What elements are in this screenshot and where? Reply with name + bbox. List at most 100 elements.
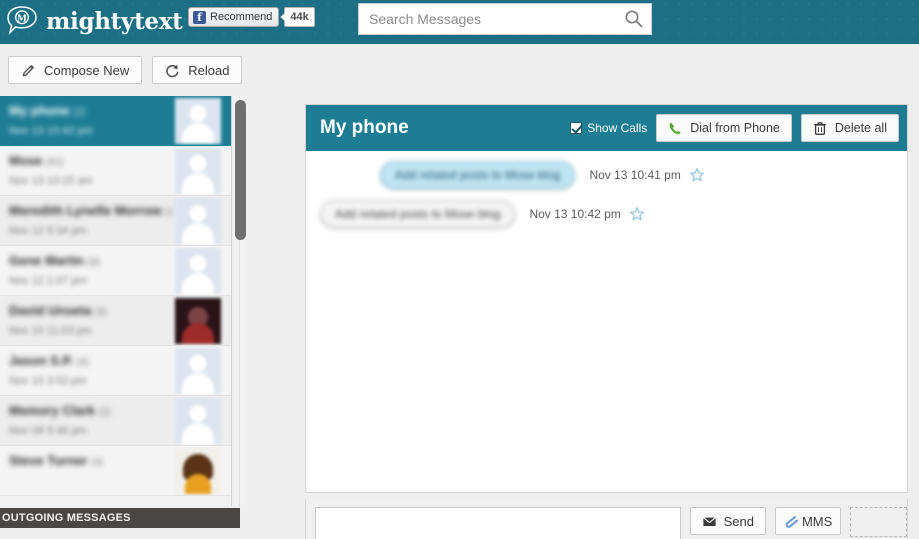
conversation-date: Nov 13 10:42 pm	[9, 125, 93, 137]
message-row: Add related posts to Mose blog Nov 13 10…	[306, 200, 907, 228]
message-bubble[interactable]: Add related posts to Mose blog	[320, 200, 516, 228]
conversation-name: David Unseta (5)	[9, 303, 173, 318]
conversation-date: Nov 10 3:52 pm	[9, 375, 87, 387]
conversation-name: My phone (2)	[9, 103, 173, 118]
conversation-name-text: Meredith Lynelle Morrow	[9, 203, 162, 218]
conversation-count: (2)	[73, 107, 86, 118]
delete-all-label: Delete all	[834, 121, 887, 135]
compose-bar: Send MMS	[305, 499, 908, 539]
compose-new-button[interactable]: Compose New	[8, 56, 143, 84]
show-calls-label: Show Calls	[587, 121, 648, 135]
delete-all-button[interactable]: Delete all	[800, 114, 899, 142]
avatar	[175, 148, 221, 194]
facebook-recommend-label: Recommend	[210, 11, 273, 23]
conversation-count: (4)	[76, 357, 89, 368]
conversation-header: My phone Show Calls Dial from Phone Dele…	[306, 105, 907, 151]
conversation-date: Nov 12 1:07 pm	[9, 275, 87, 287]
conversation-name-text: My phone	[9, 103, 70, 118]
show-calls-checkbox[interactable]	[570, 122, 583, 134]
avatar	[175, 298, 221, 344]
conversation-name-text: David Unseta	[9, 303, 92, 318]
status-badge: OUTGOING MESSAGES	[0, 508, 240, 528]
paperclip-icon	[784, 514, 799, 529]
message-timestamp: Nov 13 10:42 pm	[529, 207, 621, 221]
conversation-panel: My phone Show Calls Dial from Phone Dele…	[305, 104, 908, 493]
message-bubble[interactable]: Add related posts to Mose blog	[380, 161, 576, 189]
brand: M mightytext	[4, 3, 183, 39]
avatar	[175, 98, 221, 144]
reload-button[interactable]: Reload	[152, 56, 243, 84]
message-input[interactable]	[315, 507, 681, 539]
avatar	[175, 448, 221, 494]
conversation-name-text: Gene Martin	[9, 253, 85, 268]
conversation-count: (5)	[95, 307, 108, 318]
avatar	[175, 398, 221, 444]
conversation-date: Nov 10 11:03 pm	[9, 325, 92, 337]
conversation-count: (3)	[91, 457, 104, 468]
refresh-icon	[165, 63, 180, 78]
scrollbar-thumb[interactable]	[235, 100, 246, 240]
avatar	[175, 198, 221, 244]
message-list: Add related posts to Mose blog Nov 13 10…	[306, 151, 907, 492]
mms-button[interactable]: MMS	[774, 507, 842, 535]
conversation-name-text: Mose	[9, 153, 43, 168]
speech-bubble-m-logo-icon: M	[4, 3, 40, 39]
page-title: My phone	[320, 117, 409, 138]
dial-from-phone-label: Dial from Phone	[690, 121, 780, 135]
conversation-name-text: Jason S.P.	[9, 353, 74, 368]
mms-label: MMS	[801, 513, 833, 529]
conversation-item-7[interactable]: Steve Turner (3)	[0, 446, 231, 496]
avatar	[175, 248, 221, 294]
conversation-name: Meredith Lynelle Morrow (12)	[9, 203, 173, 218]
conversation-item-0[interactable]: My phone (2) Nov 13 10:42 pm	[0, 96, 231, 146]
conversation-item-6[interactable]: Memory Clark (2) Nov 08 5:46 pm	[0, 396, 231, 446]
conversation-name: Gene Martin (8)	[9, 253, 173, 268]
mightytext-app: M mightytext f Recommend 44k Search Mess…	[0, 0, 919, 539]
search-container	[358, 3, 652, 35]
conversation-count: (12)	[165, 207, 173, 218]
send-label: Send	[723, 513, 754, 529]
facebook-icon: f	[193, 10, 206, 24]
attachment-dropzone[interactable]	[850, 507, 907, 537]
conversation-name: Mose (61)	[9, 153, 173, 168]
conversation-name: Jason S.P. (4)	[9, 353, 173, 368]
sidebar-scrollbar[interactable]	[233, 96, 247, 506]
facebook-recommend-button[interactable]: f Recommend	[188, 7, 280, 27]
send-button[interactable]: Send	[689, 507, 766, 535]
conversation-name: Steve Turner (3)	[9, 453, 173, 468]
conversation-item-1[interactable]: Mose (61) Nov 13 10:15 am	[0, 146, 231, 196]
conversation-date: Nov 13 10:15 am	[9, 175, 93, 187]
star-icon[interactable]	[689, 167, 705, 183]
show-calls-toggle[interactable]: Show Calls	[570, 121, 647, 135]
conversation-item-4[interactable]: David Unseta (5) Nov 10 11:03 pm	[0, 296, 231, 346]
conversation-item-3[interactable]: Gene Martin (8) Nov 12 1:07 pm	[0, 246, 231, 296]
conversation-count: (8)	[87, 257, 100, 268]
reload-label: Reload	[188, 62, 230, 78]
facebook-recommend-count: 44k	[280, 7, 315, 27]
phone-icon	[668, 121, 682, 136]
envelope-icon	[702, 514, 717, 529]
facebook-recommend-widget[interactable]: f Recommend 44k	[188, 7, 315, 27]
conversation-date: Nov 12 5:34 pm	[9, 225, 87, 237]
brand-name: mightytext	[46, 7, 183, 35]
conversation-item-5[interactable]: Jason S.P. (4) Nov 10 3:52 pm	[0, 346, 231, 396]
star-icon[interactable]	[629, 206, 645, 222]
conversation-header-actions: Show Calls Dial from Phone Delete all	[570, 105, 899, 151]
conversation-date: Nov 08 5:46 pm	[9, 425, 87, 437]
conversation-item-2[interactable]: Meredith Lynelle Morrow (12) Nov 12 5:34…	[0, 196, 231, 246]
message-row: Add related posts to Mose blog Nov 13 10…	[306, 161, 907, 189]
message-timestamp: Nov 13 10:41 pm	[589, 168, 681, 182]
pencil-icon	[21, 63, 36, 78]
dial-from-phone-button[interactable]: Dial from Phone	[656, 114, 792, 142]
avatar	[175, 348, 221, 394]
search-input[interactable]	[358, 3, 652, 35]
svg-text:M: M	[17, 14, 27, 24]
action-toolbar: Compose New Reload	[8, 56, 243, 84]
top-header-bar: M mightytext f Recommend 44k	[0, 0, 919, 44]
conversation-count: (2)	[98, 407, 111, 418]
conversation-count: (61)	[45, 157, 64, 168]
conversation-name: Memory Clark (2)	[9, 403, 173, 418]
compose-new-label: Compose New	[44, 62, 130, 78]
conversation-list[interactable]: My phone (2) Nov 13 10:42 pm Mose (61) N…	[0, 96, 232, 506]
trash-icon	[813, 121, 827, 136]
